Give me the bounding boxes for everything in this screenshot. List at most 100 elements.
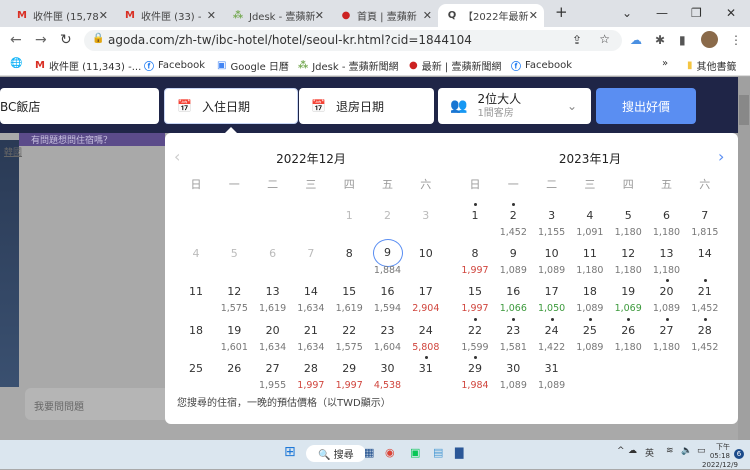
date-cell[interactable]: 20 1,634 xyxy=(254,318,292,356)
search-button[interactable]: 搜出好價 xyxy=(596,88,696,124)
date-cell[interactable]: 29 1,997 xyxy=(330,356,368,394)
date-cell[interactable]: 18 xyxy=(177,318,215,356)
date-cell[interactable]: 19 1,601 xyxy=(215,318,253,356)
date-cell[interactable]: 5 1,180 xyxy=(609,203,647,241)
bookmark-gmail[interactable]: M 收件匣 (11,343) -... xyxy=(35,58,141,73)
date-cell-selected[interactable]: 9 1,884 xyxy=(369,239,407,279)
date-cell[interactable]: 15 1,997 xyxy=(456,279,494,317)
close-tab-icon[interactable]: ✕ xyxy=(207,9,216,22)
tab-search-icon[interactable]: ⌄ xyxy=(622,6,632,20)
tray-chevron-icon[interactable]: ^ xyxy=(617,446,625,456)
date-cell[interactable]: 23 1,581 xyxy=(494,317,532,356)
volume-icon[interactable]: 🔈 xyxy=(681,446,692,456)
date-cell[interactable]: 6 1,180 xyxy=(648,203,686,241)
globe-icon[interactable]: 🌐 xyxy=(10,58,22,69)
date-cell[interactable]: 24 5,808 xyxy=(407,318,445,356)
date-cell[interactable]: 15 1,619 xyxy=(330,279,368,317)
date-cell[interactable]: 26 1,180 xyxy=(609,317,647,356)
date-cell[interactable]: 8 xyxy=(330,241,368,279)
date-cell[interactable]: 16 1,594 xyxy=(369,279,407,317)
guests-selector[interactable]: 👥 2位大人 1間客房 ⌄ xyxy=(438,88,591,124)
date-cell[interactable]: 17 2,904 xyxy=(407,279,445,317)
notification-badge[interactable]: 6 xyxy=(734,449,744,459)
restore-button[interactable]: ❐ xyxy=(691,6,702,20)
date-cell[interactable]: 21 1,634 xyxy=(292,318,330,356)
tray-app-icon[interactable]: ☁ xyxy=(628,446,637,456)
line-icon[interactable]: ▣ xyxy=(410,446,420,459)
side-panel-icon[interactable]: ▮ xyxy=(679,33,686,47)
close-tab-icon[interactable]: ✕ xyxy=(529,9,538,22)
date-cell[interactable]: 10 1,089 xyxy=(533,241,571,279)
date-cell[interactable]: 26 xyxy=(215,356,253,394)
wifi-icon[interactable]: ≋ xyxy=(666,446,674,456)
date-cell[interactable]: 27 1,955 xyxy=(254,356,292,394)
date-cell[interactable]: 19 1,069 xyxy=(609,279,647,317)
new-tab-button[interactable]: + xyxy=(555,3,568,21)
clock[interactable]: 下午 05:18 2022/12/9 xyxy=(702,443,738,470)
date-cell[interactable]: 22 1,599 xyxy=(456,317,494,356)
date-cell[interactable]: 14 1,634 xyxy=(292,279,330,317)
date-cell[interactable]: 31 xyxy=(407,355,445,394)
date-cell[interactable]: 27 1,180 xyxy=(648,317,686,356)
date-cell[interactable]: 8 1,997 xyxy=(456,241,494,279)
menu-icon[interactable]: ⋮ xyxy=(730,33,742,47)
tab-gmail-1[interactable]: M 收件匣 (15,78 ✕ xyxy=(8,4,114,27)
windows-start-icon[interactable]: ⊞ xyxy=(284,444,296,460)
date-cell[interactable]: 28 1,452 xyxy=(686,317,724,356)
checkin-field[interactable]: 📅 入住日期 xyxy=(164,88,298,124)
cloud-extension-icon[interactable]: ☁ xyxy=(630,33,642,47)
profile-avatar[interactable] xyxy=(701,31,718,48)
url-bar[interactable]: 🔒 agoda.com/zh-tw/ibc-hotel/hotel/seoul-k… xyxy=(84,30,622,51)
close-tab-icon[interactable]: ✕ xyxy=(99,9,108,22)
ime-indicator[interactable]: 英 xyxy=(645,446,654,459)
date-cell[interactable]: 29 1,984 xyxy=(456,355,494,394)
reload-button[interactable]: ↻ xyxy=(60,32,72,48)
tab-home[interactable]: ● 首頁 | 壹蘋新 ✕ xyxy=(332,4,438,27)
share-icon[interactable]: ⇪ xyxy=(572,33,582,47)
date-cell[interactable]: 17 1,050 xyxy=(533,279,571,317)
date-cell[interactable]: 25 xyxy=(177,356,215,394)
tab-agoda[interactable]: Q 【2022年最新 ✕ xyxy=(438,4,544,27)
date-cell[interactable]: 21 1,452 xyxy=(686,279,724,317)
date-cell[interactable]: 16 1,066 xyxy=(494,279,532,317)
date-cell[interactable]: 14 xyxy=(686,241,724,279)
bookmark-facebook-2[interactable]: ⓕ Facebook xyxy=(511,58,572,73)
date-cell[interactable]: 3 1,155 xyxy=(533,203,571,241)
date-cell[interactable]: 30 4,538 xyxy=(369,356,407,394)
tab-gmail-2[interactable]: M 收件匣 (33) - ✕ xyxy=(116,4,222,27)
date-cell[interactable]: 4 1,091 xyxy=(571,203,609,241)
close-window-button[interactable]: ✕ xyxy=(726,6,736,20)
forward-button[interactable]: → xyxy=(35,32,47,48)
close-tab-icon[interactable]: ✕ xyxy=(315,9,324,22)
date-cell[interactable]: 30 1,089 xyxy=(494,356,532,394)
date-cell[interactable]: 11 1,180 xyxy=(571,241,609,279)
date-cell[interactable]: 13 1,619 xyxy=(254,279,292,317)
checkout-field[interactable]: 📅 退房日期 xyxy=(299,88,434,124)
date-cell[interactable]: 20 1,089 xyxy=(648,279,686,317)
taskbar-search[interactable]: 🔍 搜尋 xyxy=(306,445,366,462)
date-cell[interactable]: 9 1,089 xyxy=(494,241,532,279)
ask-question-input[interactable]: 我要問問題 xyxy=(25,388,170,420)
tab-jdesk[interactable]: ⁂ Jdesk - 壹蘋新 ✕ xyxy=(224,4,330,27)
date-cell[interactable]: 25 1,089 xyxy=(571,317,609,356)
date-cell[interactable]: 12 1,180 xyxy=(609,241,647,279)
other-bookmarks[interactable]: ▮ 其他書籤 xyxy=(687,58,737,73)
date-cell[interactable]: 23 1,604 xyxy=(369,318,407,356)
date-cell[interactable]: 7 1,815 xyxy=(686,203,724,241)
date-cell[interactable]: 24 1,422 xyxy=(533,317,571,356)
bookmark-latest[interactable]: ● 最新 | 壹蘋新聞網 xyxy=(409,58,501,73)
hotel-search-input[interactable]: BC飯店 xyxy=(0,88,159,124)
notepad-icon[interactable]: ▤ xyxy=(433,446,443,459)
bookmark-facebook[interactable]: ⓕ Facebook xyxy=(144,58,205,73)
date-cell[interactable]: 31 1,089 xyxy=(533,356,571,394)
prev-month-button[interactable]: ‹ xyxy=(174,147,180,166)
bookmark-jdesk[interactable]: ⁂ Jdesk - 壹蘋新聞網 xyxy=(298,58,399,73)
back-button[interactable]: ← xyxy=(10,32,22,48)
date-cell[interactable]: 22 1,575 xyxy=(330,318,368,356)
minimize-button[interactable]: — xyxy=(656,6,668,20)
more-bookmarks-icon[interactable]: » xyxy=(662,58,668,69)
date-cell[interactable]: 10 xyxy=(407,241,445,279)
date-cell[interactable]: 11 xyxy=(177,279,215,317)
bookmark-google-calendar[interactable]: ▣ Google 日曆 xyxy=(217,58,289,73)
date-cell[interactable]: 13 1,180 xyxy=(648,241,686,279)
